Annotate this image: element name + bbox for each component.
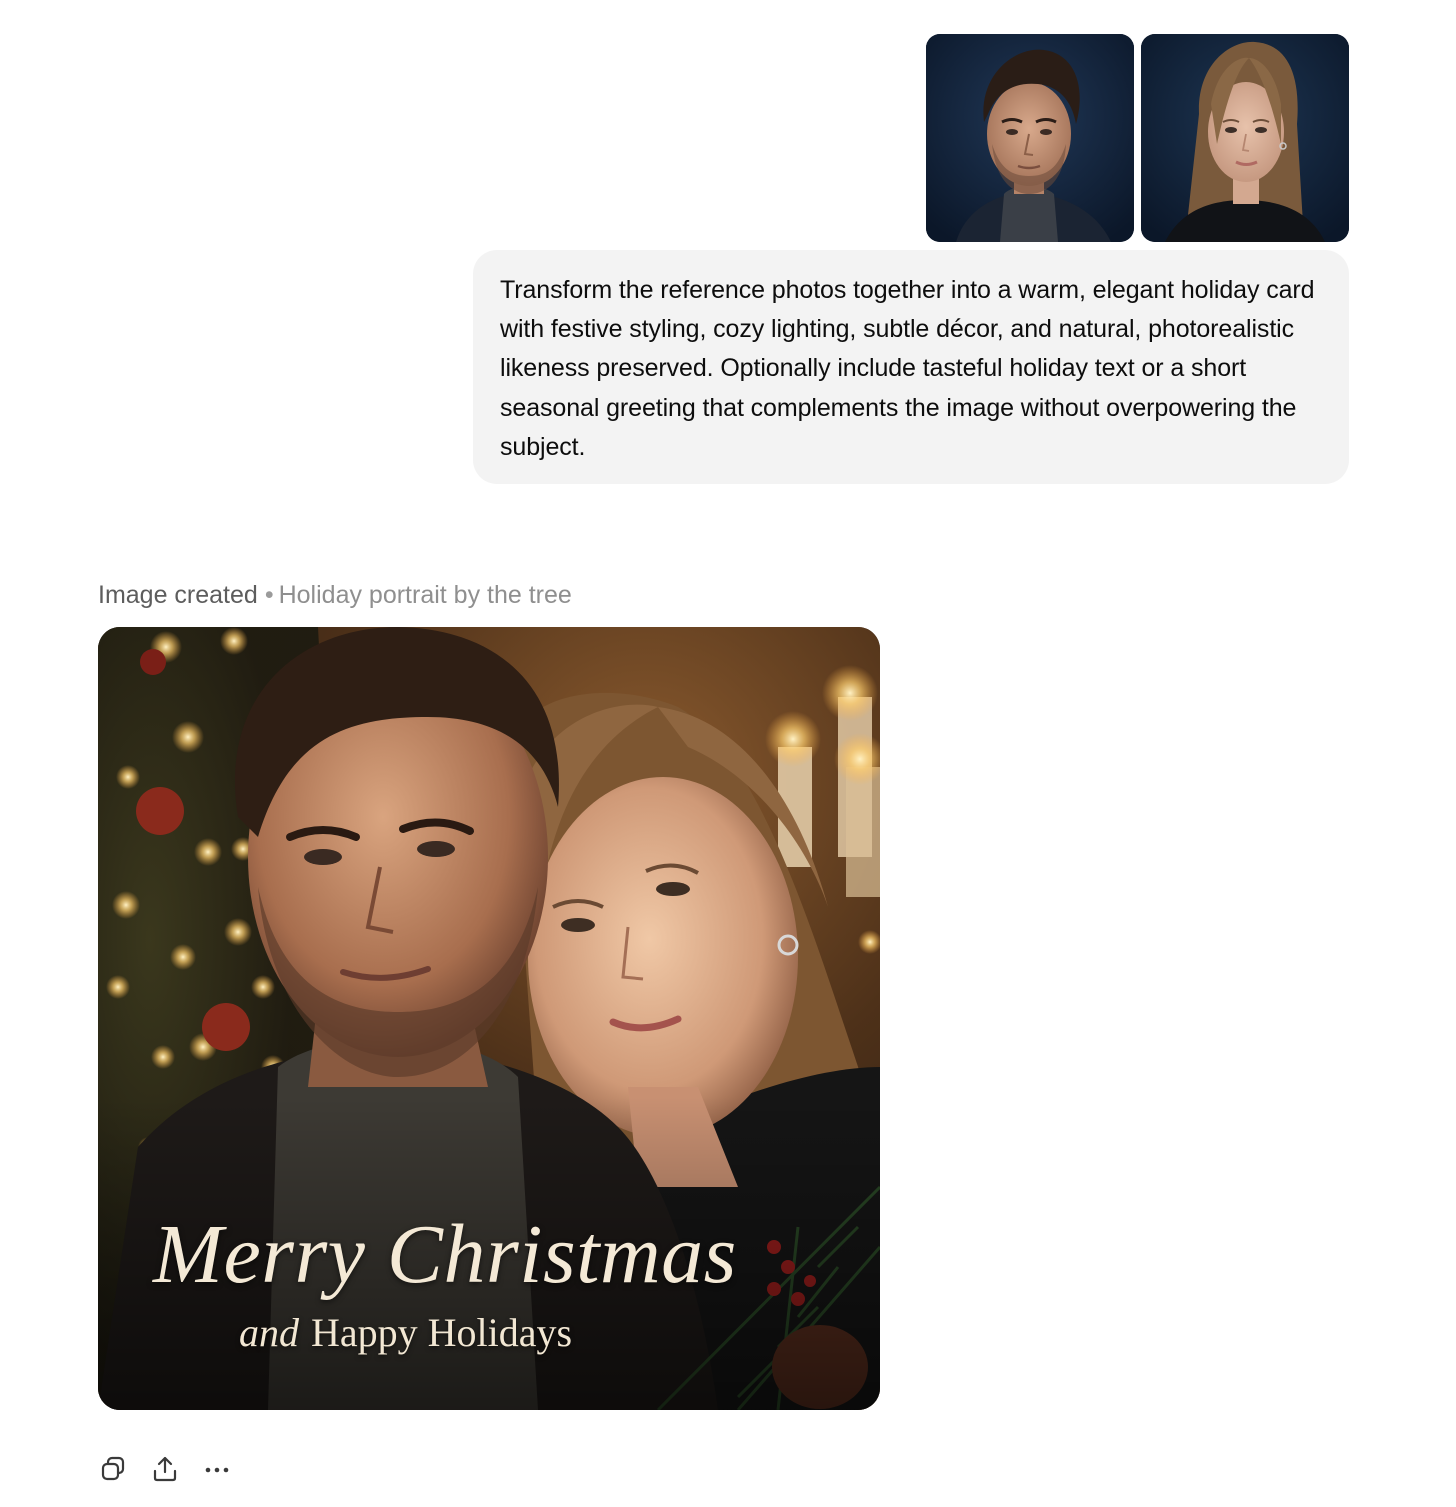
user-message-text: Transform the reference photos together …	[500, 276, 1315, 461]
user-message-bubble: Transform the reference photos together …	[473, 250, 1349, 484]
copy-icon	[101, 1456, 125, 1481]
copy-button[interactable]	[96, 1452, 130, 1486]
separator-dot: •	[264, 581, 274, 609]
woman-portrait-photo-icon	[1141, 34, 1349, 242]
greeting-happy-holidays: and Happy Holidays	[98, 1310, 880, 1356]
more-icon	[205, 1467, 229, 1473]
reference-photo-woman[interactable]	[1141, 34, 1349, 242]
image-result-header: Image created • Holiday portrait by the tr…	[98, 578, 572, 612]
share-icon	[153, 1456, 177, 1482]
image-caption: Holiday portrait by the tree	[278, 581, 572, 609]
more-options-button[interactable]	[200, 1452, 234, 1486]
share-button[interactable]	[148, 1452, 182, 1486]
reference-attachments	[926, 34, 1349, 242]
greeting-merry-christmas: Merry Christmas	[153, 1208, 737, 1301]
man-portrait-photo-icon	[926, 34, 1134, 242]
response-action-bar	[96, 1452, 234, 1486]
greeting-rest: Happy Holidays	[311, 1310, 573, 1355]
image-status: Image created	[98, 581, 258, 609]
greeting-and: and	[239, 1310, 299, 1355]
generated-holiday-card-image[interactable]: Merry Christmas and Happy Holidays	[98, 627, 880, 1410]
reference-photo-man[interactable]	[926, 34, 1134, 242]
